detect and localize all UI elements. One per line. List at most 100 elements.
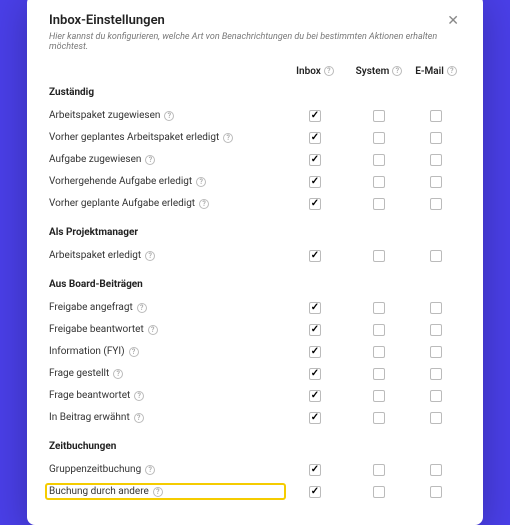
checkbox-email[interactable] <box>430 176 442 188</box>
checkbox-inbox[interactable] <box>309 250 321 262</box>
checkbox-inbox[interactable] <box>309 368 321 380</box>
help-icon[interactable] <box>196 177 206 187</box>
checkbox-system[interactable] <box>373 464 385 476</box>
checkbox-email[interactable] <box>430 486 442 498</box>
checkbox-email[interactable] <box>430 368 442 380</box>
checkbox-email[interactable] <box>430 324 442 336</box>
setting-row: Information (FYI) <box>49 341 461 363</box>
row-label: Vorhergehende Aufgabe erledigt <box>49 176 283 187</box>
help-icon[interactable] <box>164 111 174 121</box>
setting-row: Gruppenzeitbuchung <box>49 459 461 481</box>
help-icon[interactable] <box>145 155 155 165</box>
row-label-text: Arbeitspaket erledigt <box>49 250 141 261</box>
checkbox-cell <box>411 346 461 358</box>
checkbox-system[interactable] <box>373 486 385 498</box>
help-icon[interactable] <box>134 413 144 423</box>
checkbox-system[interactable] <box>373 132 385 144</box>
checkbox-system[interactable] <box>373 324 385 336</box>
checkbox-email[interactable] <box>430 250 442 262</box>
checkbox-cell <box>347 110 411 122</box>
section-title: Als Projektmanager <box>49 227 461 238</box>
checkbox-cell <box>411 368 461 380</box>
setting-row: Buchung durch andere <box>49 481 461 503</box>
row-label: Freigabe beantwortet <box>49 324 283 335</box>
checkbox-system[interactable] <box>373 154 385 166</box>
help-icon[interactable] <box>223 133 233 143</box>
row-label: Freigabe angefragt <box>49 302 283 313</box>
checkbox-email[interactable] <box>430 390 442 402</box>
checkbox-cell <box>347 390 411 402</box>
setting-row: Vorher geplantes Arbeitspaket erledigt <box>49 127 461 149</box>
checkbox-email[interactable] <box>430 154 442 166</box>
help-icon[interactable] <box>145 465 155 475</box>
checkbox-inbox[interactable] <box>309 302 321 314</box>
setting-row: Frage beantwortet <box>49 385 461 407</box>
checkbox-system[interactable] <box>373 390 385 402</box>
checkbox-system[interactable] <box>373 412 385 424</box>
help-icon[interactable] <box>148 325 158 335</box>
checkbox-cell <box>411 324 461 336</box>
checkbox-inbox[interactable] <box>309 132 321 144</box>
col-head-email: E-Mail <box>411 66 461 77</box>
help-icon[interactable] <box>447 66 457 76</box>
help-icon[interactable] <box>145 251 155 261</box>
help-icon[interactable] <box>129 347 139 357</box>
help-icon[interactable] <box>199 199 209 209</box>
setting-row: Vorhergehende Aufgabe erledigt <box>49 171 461 193</box>
row-label: Frage gestellt <box>49 368 283 379</box>
checkbox-cell <box>347 250 411 262</box>
row-label-text: Vorher geplante Aufgabe erledigt <box>49 198 195 209</box>
checkbox-system[interactable] <box>373 368 385 380</box>
column-headers: Inbox System E-Mail <box>49 66 461 77</box>
help-icon[interactable] <box>137 303 147 313</box>
checkbox-email[interactable] <box>430 198 442 210</box>
help-icon[interactable] <box>392 66 402 76</box>
close-button[interactable]: ✕ <box>445 13 461 27</box>
close-icon: ✕ <box>447 12 459 28</box>
help-icon[interactable] <box>324 66 334 76</box>
checkbox-email[interactable] <box>430 110 442 122</box>
checkbox-inbox[interactable] <box>309 346 321 358</box>
checkbox-cell <box>347 302 411 314</box>
row-label-text: Frage gestellt <box>49 368 109 379</box>
checkbox-cell <box>411 110 461 122</box>
checkbox-inbox[interactable] <box>309 324 321 336</box>
checkbox-inbox[interactable] <box>309 198 321 210</box>
checkbox-system[interactable] <box>373 302 385 314</box>
row-label-text: In Beitrag erwähnt <box>49 412 130 423</box>
setting-row: Arbeitspaket zugewiesen <box>49 105 461 127</box>
row-label-text: Vorher geplantes Arbeitspaket erledigt <box>49 132 219 143</box>
checkbox-cell <box>283 302 347 314</box>
checkbox-inbox[interactable] <box>309 390 321 402</box>
checkbox-email[interactable] <box>430 302 442 314</box>
checkbox-email[interactable] <box>430 346 442 358</box>
checkbox-system[interactable] <box>373 346 385 358</box>
setting-row: Freigabe angefragt <box>49 297 461 319</box>
col-head-label: Inbox <box>296 66 321 77</box>
checkbox-inbox[interactable] <box>309 486 321 498</box>
checkbox-cell <box>347 132 411 144</box>
section-title: Aus Board-Beiträgen <box>49 279 461 290</box>
modal-title: Inbox-Einstellungen <box>49 13 165 28</box>
checkbox-email[interactable] <box>430 132 442 144</box>
checkbox-system[interactable] <box>373 176 385 188</box>
section-title: Zuständig <box>49 87 461 98</box>
checkbox-cell <box>411 154 461 166</box>
checkbox-inbox[interactable] <box>309 464 321 476</box>
help-icon[interactable] <box>153 487 163 497</box>
checkbox-email[interactable] <box>430 412 442 424</box>
help-icon[interactable] <box>113 369 123 379</box>
checkbox-system[interactable] <box>373 110 385 122</box>
checkbox-inbox[interactable] <box>309 176 321 188</box>
checkbox-inbox[interactable] <box>309 110 321 122</box>
help-icon[interactable] <box>134 391 144 401</box>
checkbox-cell <box>347 346 411 358</box>
checkbox-inbox[interactable] <box>309 412 321 424</box>
checkbox-cell <box>411 390 461 402</box>
checkbox-inbox[interactable] <box>309 154 321 166</box>
checkbox-cell <box>411 132 461 144</box>
checkbox-email[interactable] <box>430 464 442 476</box>
checkbox-system[interactable] <box>373 198 385 210</box>
checkbox-cell <box>283 390 347 402</box>
checkbox-system[interactable] <box>373 250 385 262</box>
